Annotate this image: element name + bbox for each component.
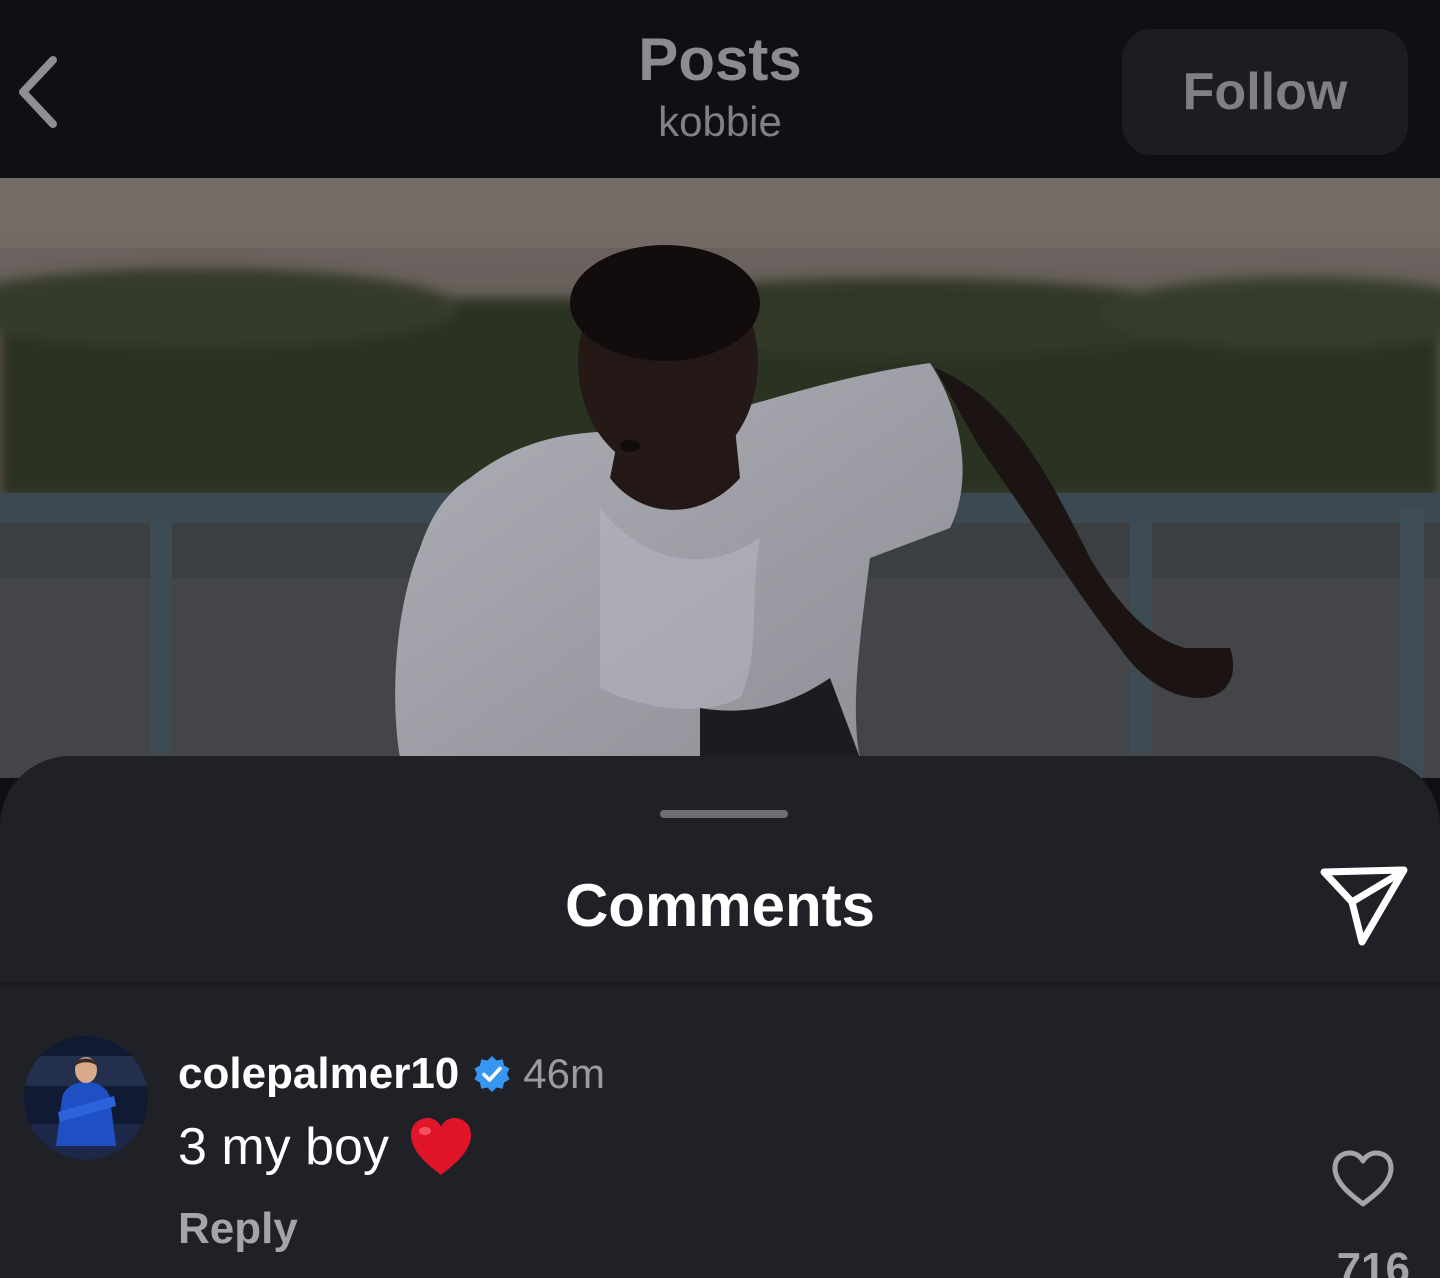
post-image[interactable] bbox=[0, 178, 1440, 778]
heart-outline-icon bbox=[1332, 1150, 1394, 1207]
back-button[interactable] bbox=[6, 52, 70, 132]
header-titles: Posts kobbie bbox=[420, 24, 1020, 148]
sheet-divider bbox=[0, 982, 1440, 985]
reply-button[interactable]: Reply bbox=[178, 1204, 298, 1254]
comments-title: Comments bbox=[564, 872, 876, 939]
profile-username[interactable]: kobbie bbox=[420, 96, 1020, 148]
follow-button[interactable]: Follow bbox=[1122, 29, 1408, 155]
verified-badge-icon bbox=[473, 1055, 511, 1093]
like-count: 716 bbox=[1336, 1244, 1410, 1278]
page-title: Posts bbox=[638, 26, 802, 93]
sheet-drag-handle[interactable] bbox=[660, 810, 788, 818]
comment-text: 3 my boy bbox=[178, 1118, 389, 1176]
like-button[interactable] bbox=[1330, 1148, 1396, 1210]
comment-username[interactable]: colepalmer10 bbox=[178, 1049, 459, 1099]
avatar[interactable] bbox=[24, 1036, 148, 1160]
comments-sheet: Comments colepalmer10 46m 3 my boy Reply… bbox=[0, 756, 1440, 1278]
instagram-post-screen: Posts kobbie Follow Comments colepalmer1… bbox=[0, 0, 1440, 1278]
comment-item: colepalmer10 46m 3 my boy Reply 716 bbox=[0, 1036, 1440, 1278]
comment-body: 3 my boy bbox=[178, 1114, 475, 1180]
send-icon bbox=[1320, 866, 1408, 946]
share-button[interactable] bbox=[1318, 860, 1410, 948]
red-heart-emoji-icon bbox=[407, 1115, 475, 1179]
avatar-image bbox=[24, 1036, 148, 1160]
top-navigation-bar: Posts kobbie Follow bbox=[0, 0, 1440, 178]
chevron-left-icon bbox=[19, 56, 57, 128]
comment-timestamp: 46m bbox=[523, 1050, 605, 1097]
comment-header: colepalmer10 46m bbox=[178, 1046, 605, 1102]
